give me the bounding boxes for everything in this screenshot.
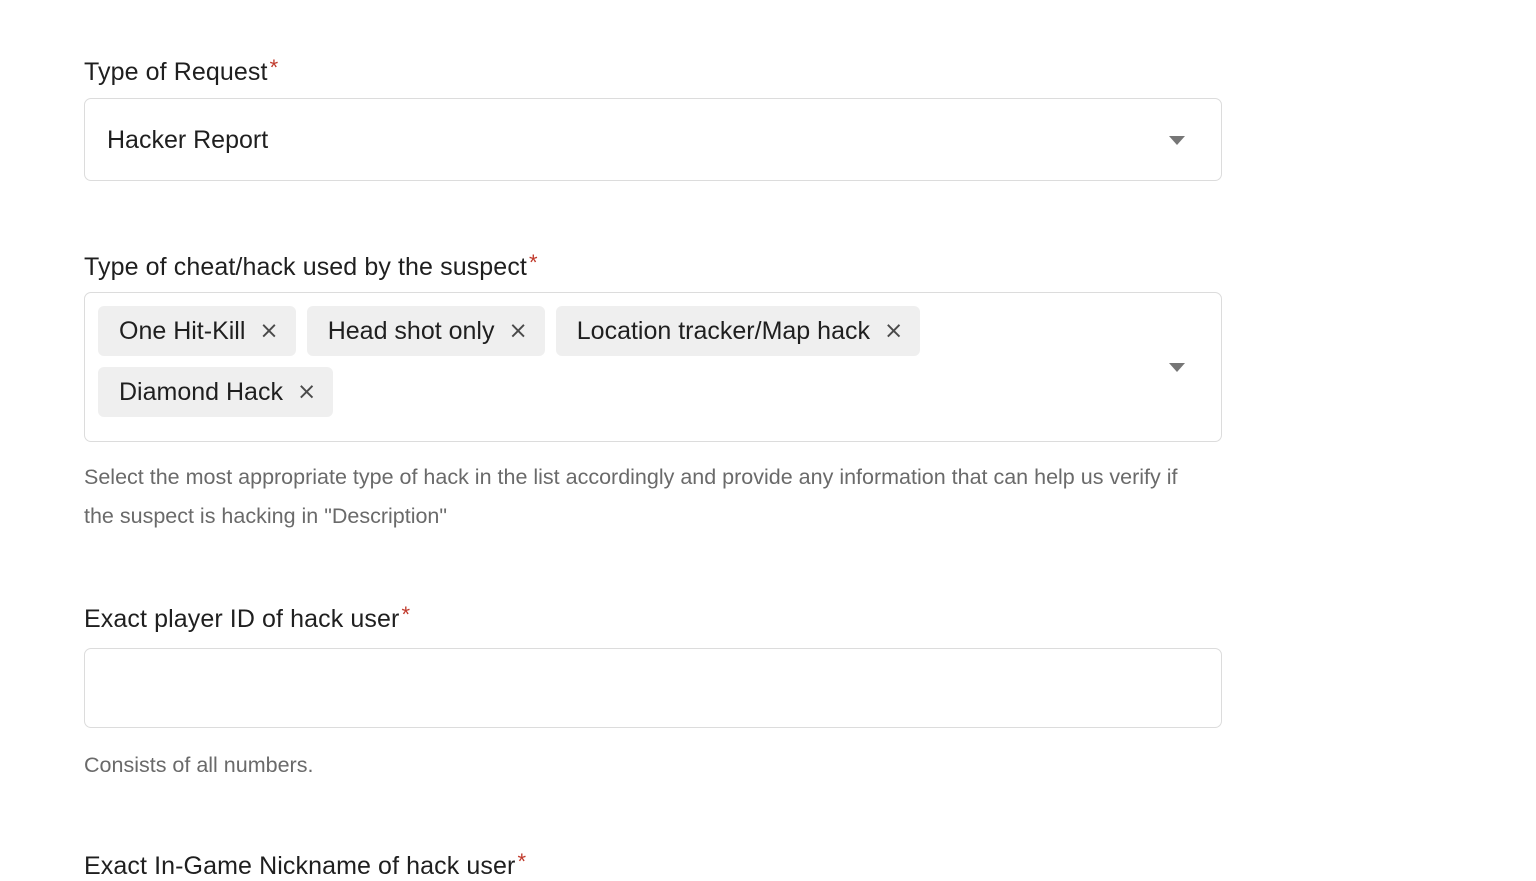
chip-label: Head shot only xyxy=(327,317,495,345)
chevron-down-icon[interactable] xyxy=(1169,135,1185,145)
chip-head-shot-only[interactable]: Head shot only × xyxy=(306,306,545,356)
chip-remove-icon[interactable]: × xyxy=(508,319,527,343)
select-type-of-request[interactable]: Hacker Report xyxy=(84,98,1222,181)
chip-diamond-hack[interactable]: Diamond Hack × xyxy=(98,367,334,417)
label-cheat-type: Type of cheat/hack used by the suspect* xyxy=(84,248,538,282)
label-nickname: Exact In-Game Nickname of hack user* xyxy=(84,847,526,881)
required-asterisk: * xyxy=(269,55,279,80)
player-id-input[interactable] xyxy=(84,648,1222,728)
label-cheat-type-text: Type of cheat/hack used by the suspect xyxy=(84,252,527,281)
select-type-of-request-value: Hacker Report xyxy=(107,125,269,154)
required-asterisk: * xyxy=(517,849,527,874)
chip-remove-icon[interactable]: × xyxy=(884,319,903,343)
label-type-of-request-text: Type of Request xyxy=(84,57,268,86)
label-type-of-request: Type of Request* xyxy=(84,53,278,87)
label-player-id-text: Exact player ID of hack user xyxy=(84,604,400,633)
multiselect-cheat-type[interactable]: One Hit-Kill × Head shot only × Location… xyxy=(84,292,1222,442)
required-asterisk: * xyxy=(528,250,538,275)
chip-remove-icon[interactable]: × xyxy=(297,380,316,404)
label-nickname-text: Exact In-Game Nickname of hack user xyxy=(84,851,516,880)
chip-label: One Hit-Kill xyxy=(119,317,246,345)
chip-remove-icon[interactable]: × xyxy=(259,319,278,343)
chip-label: Diamond Hack xyxy=(119,378,283,406)
helper-text-player-id: Consists of all numbers. xyxy=(84,753,314,777)
required-asterisk: * xyxy=(401,602,411,627)
helper-text-cheat-type: Select the most appropriate type of hack… xyxy=(84,465,1178,528)
chip-one-hit-kill[interactable]: One Hit-Kill × xyxy=(98,306,296,356)
chevron-down-icon[interactable] xyxy=(1169,363,1185,372)
label-player-id: Exact player ID of hack user* xyxy=(84,600,410,634)
chip-label: Location tracker/Map hack xyxy=(576,317,870,345)
chip-location-tracker-map-hack[interactable]: Location tracker/Map hack × xyxy=(555,306,921,356)
